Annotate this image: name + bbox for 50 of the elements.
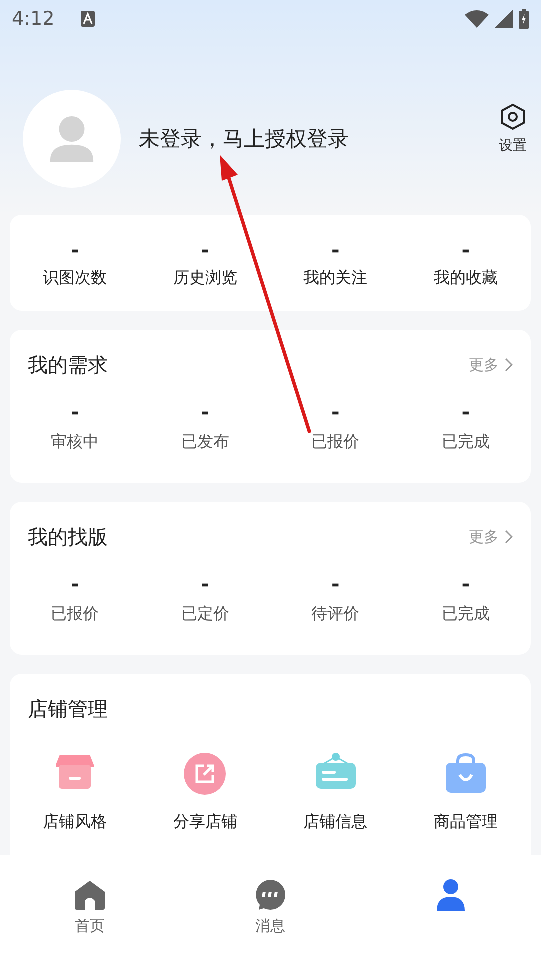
bag-icon[interactable]: [446, 753, 486, 793]
status-label[interactable]: 已完成: [442, 604, 490, 625]
chevron-right-icon: [505, 530, 513, 544]
sign-icon[interactable]: [316, 753, 356, 789]
count-value: -: [462, 400, 470, 424]
stat-label[interactable]: 识图次数: [43, 268, 108, 288]
stat-label[interactable]: 我的关注: [304, 268, 368, 288]
settings-button[interactable]: 设置: [499, 103, 527, 155]
status-label[interactable]: 待评价: [312, 604, 360, 625]
login-link[interactable]: 未登录，马上授权登录: [139, 125, 499, 153]
count-value: -: [201, 400, 210, 424]
status-label[interactable]: 已报价: [51, 604, 100, 625]
chevron-right-icon: [505, 358, 513, 372]
stat-label[interactable]: 历史浏览: [173, 268, 238, 288]
avatar[interactable]: [23, 90, 121, 188]
stat-value: -: [331, 238, 340, 262]
shop-item-label[interactable]: 店铺信息: [304, 812, 368, 833]
count-value: -: [201, 572, 210, 596]
stat-value: -: [70, 238, 80, 262]
count-value: -: [462, 572, 470, 596]
stat-label[interactable]: 我的收藏: [434, 268, 498, 288]
count-value: -: [331, 572, 340, 596]
wifi-icon: [465, 10, 489, 28]
status-label[interactable]: 已发布: [181, 432, 230, 453]
stat-value: -: [201, 238, 210, 262]
keyboard-icon: [80, 11, 95, 27]
battery-icon: [519, 9, 529, 29]
section-title: 我的找版: [28, 524, 109, 550]
status-label[interactable]: 审核中: [51, 432, 100, 453]
count-value: -: [70, 572, 80, 596]
status-label[interactable]: 已定价: [181, 604, 230, 625]
count-value: -: [70, 400, 80, 424]
status-label[interactable]: 已完成: [442, 432, 490, 453]
signal-icon: [495, 10, 513, 28]
count-value: -: [331, 400, 340, 424]
nav-tab[interactable]: 首页: [0, 855, 180, 961]
shop-item-label[interactable]: 商品管理: [434, 812, 498, 833]
home-icon: [74, 879, 106, 911]
status-label[interactable]: 已报价: [312, 432, 360, 453]
share-icon[interactable]: [184, 753, 226, 795]
status-time: 4:12: [12, 8, 55, 30]
chat-icon: [254, 879, 286, 911]
stat-value: -: [462, 238, 470, 262]
store-icon[interactable]: [56, 753, 94, 789]
nav-tab[interactable]: 消息: [180, 855, 361, 961]
section-title: 店铺管理: [28, 696, 109, 723]
section-title: 我的需求: [28, 352, 109, 378]
shop-item-label[interactable]: 分享店铺: [173, 812, 238, 833]
user-icon: [434, 879, 467, 911]
shop-item-label[interactable]: 店铺风格: [43, 812, 108, 833]
